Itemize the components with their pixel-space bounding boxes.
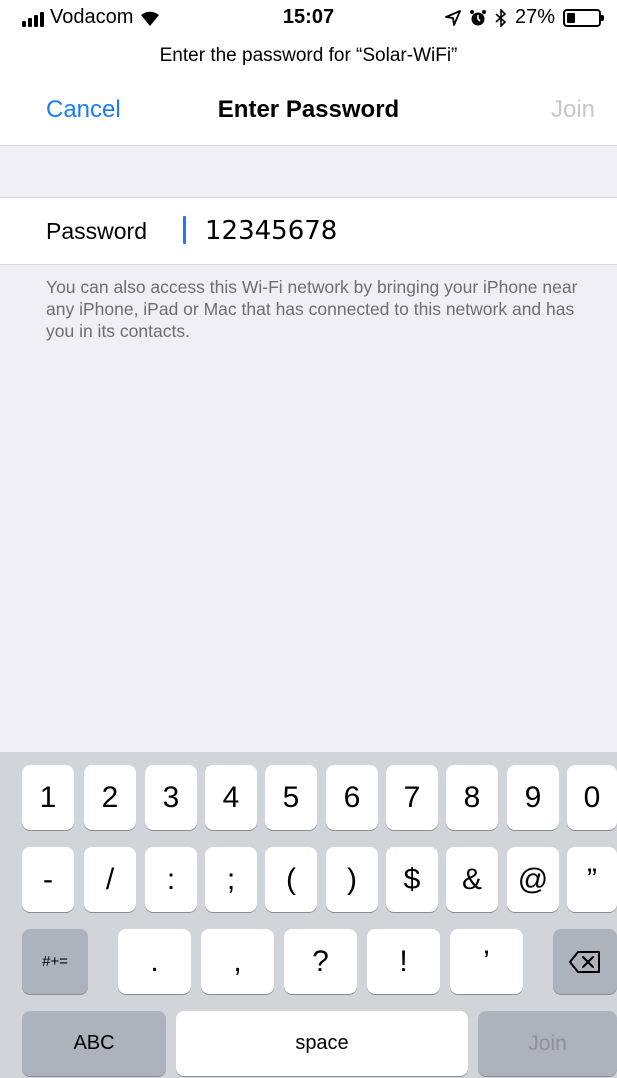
- keyboard: 1 2 3 4 5 6 7 8 9 0 - / : ; ( ) $ & @ ” …: [0, 752, 617, 1078]
- password-input[interactable]: [205, 216, 585, 246]
- password-label: Password: [46, 218, 147, 244]
- location-icon: [445, 9, 461, 26]
- nav-bar: Cancel Enter Password Join: [0, 76, 617, 146]
- key-at[interactable]: @: [507, 847, 559, 912]
- key-question[interactable]: ?: [284, 929, 357, 994]
- help-text: You can also access this Wi-Fi network b…: [46, 277, 578, 341]
- alarm-icon: [469, 9, 486, 25]
- key-7[interactable]: 7: [386, 765, 438, 830]
- key-period[interactable]: .: [118, 929, 191, 994]
- join-button[interactable]: Join: [551, 96, 595, 124]
- key-4[interactable]: 4: [205, 765, 257, 830]
- keyboard-join-key[interactable]: Join: [478, 1011, 617, 1076]
- key-3[interactable]: 3: [145, 765, 197, 830]
- key-2[interactable]: 2: [84, 765, 136, 830]
- backspace-key[interactable]: [553, 929, 617, 994]
- key-apostrophe[interactable]: ’: [450, 929, 523, 994]
- key-slash[interactable]: /: [84, 847, 136, 912]
- key-exclamation[interactable]: !: [367, 929, 440, 994]
- key-comma[interactable]: ,: [201, 929, 274, 994]
- battery-icon: [563, 8, 604, 27]
- key-close-paren[interactable]: ): [326, 847, 378, 912]
- key-8[interactable]: 8: [446, 765, 498, 830]
- key-1[interactable]: 1: [22, 765, 74, 830]
- network-prompt: Enter the password for “Solar-WiFi”: [0, 36, 617, 76]
- space-key[interactable]: space: [176, 1011, 468, 1076]
- key-6[interactable]: 6: [326, 765, 378, 830]
- symbols-key[interactable]: #+=: [22, 929, 88, 994]
- key-colon[interactable]: :: [145, 847, 197, 912]
- password-row[interactable]: Password: [0, 197, 617, 265]
- key-ampersand[interactable]: &: [446, 847, 498, 912]
- backspace-icon: [569, 950, 600, 973]
- key-hyphen[interactable]: -: [22, 847, 74, 912]
- page-title: Enter Password: [217, 96, 400, 123]
- status-bar: Vodacom 15:07 27%: [0, 0, 617, 36]
- key-9[interactable]: 9: [507, 765, 559, 830]
- status-right: 27%: [445, 6, 604, 29]
- key-open-paren[interactable]: (: [265, 847, 317, 912]
- text-cursor: [183, 216, 186, 244]
- key-0[interactable]: 0: [567, 765, 617, 830]
- key-dollar[interactable]: $: [386, 847, 438, 912]
- key-quote[interactable]: ”: [567, 847, 617, 912]
- bluetooth-icon: [495, 8, 507, 27]
- key-semicolon[interactable]: ;: [205, 847, 257, 912]
- battery-percent: 27%: [514, 6, 555, 28]
- key-5[interactable]: 5: [265, 765, 317, 830]
- abc-key[interactable]: ABC: [22, 1011, 166, 1076]
